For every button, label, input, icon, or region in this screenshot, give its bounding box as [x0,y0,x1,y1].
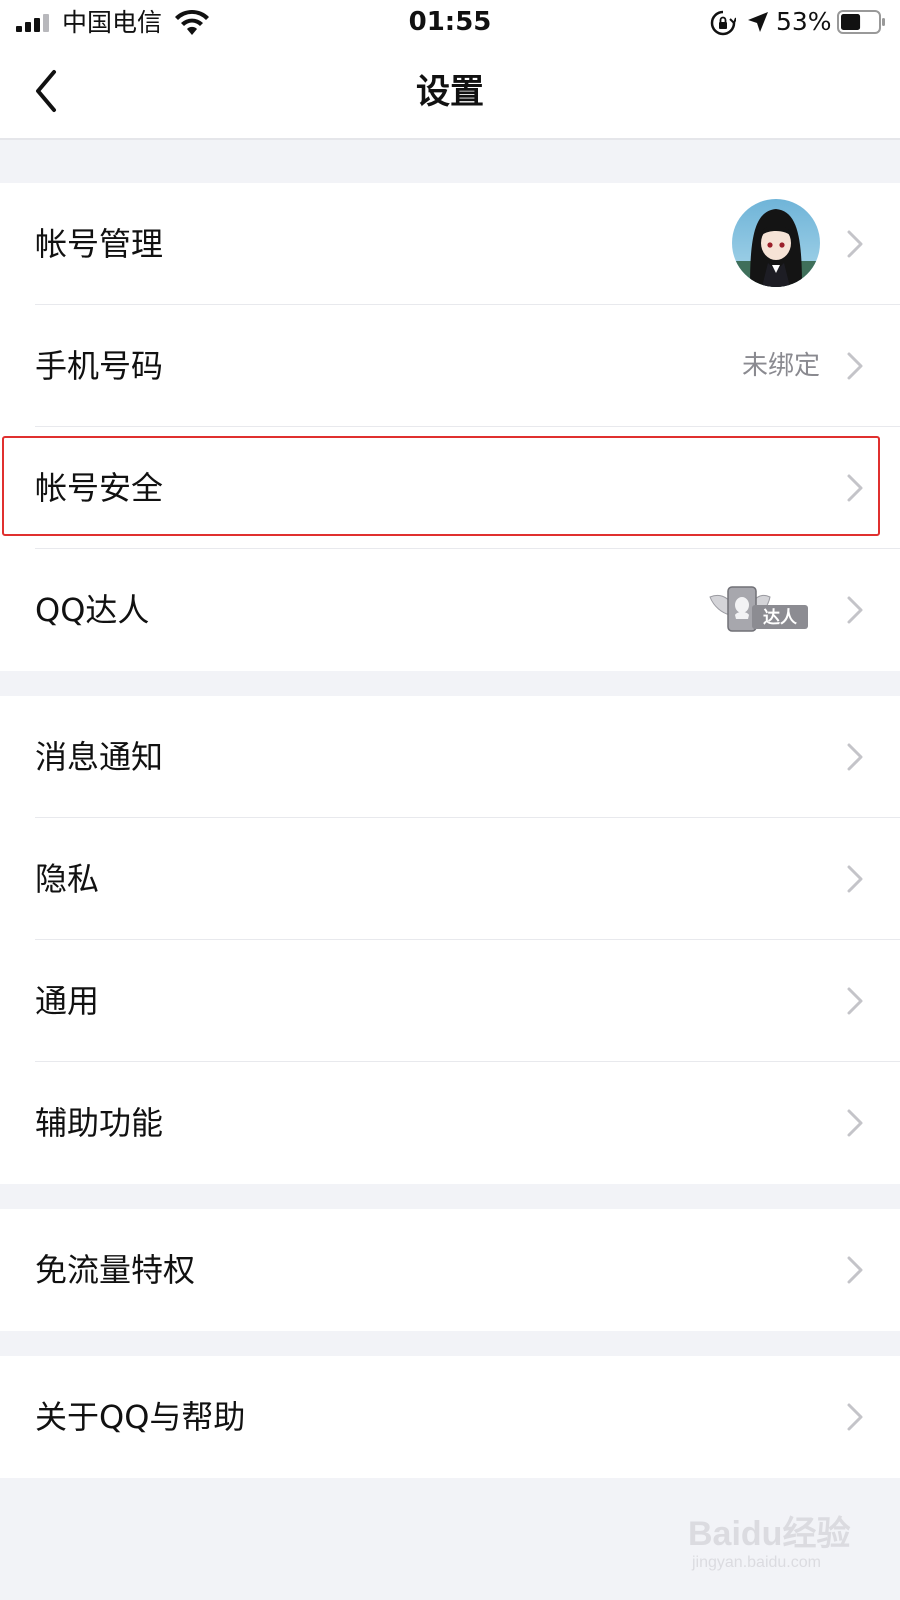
chevron-right-icon [847,743,863,771]
settings-item-account-security[interactable]: 帐号安全 [0,427,900,549]
settings-item-notifications[interactable]: 消息通知 [0,696,900,818]
chevron-right-icon [847,1256,863,1284]
chevron-right-icon [847,352,863,380]
settings-item-label: 隐私 [35,860,100,898]
settings-item-label: 消息通知 [35,738,164,776]
avatar [732,199,820,287]
back-button[interactable] [28,66,68,116]
settings-item-label: 帐号安全 [35,469,164,507]
settings-item-label: 关于QQ与帮助 [35,1398,246,1436]
settings-item-label: 通用 [35,982,100,1020]
watermark-brand: Baidu经验 [688,1515,851,1553]
settings-item-label: 手机号码 [35,347,164,385]
chevron-right-icon [847,1109,863,1137]
watermark-url: jingyan.baidu.com [692,1554,821,1571]
chevron-right-icon [847,865,863,893]
nav-divider [0,138,900,140]
settings-group-about: 关于QQ与帮助 [0,1356,900,1478]
baidu-watermark: Baidu经验 jingyan.baidu.com [688,1500,858,1590]
settings-item-general[interactable]: 通用 [0,940,900,1062]
settings-item-account-management[interactable]: 帐号管理 [0,183,900,305]
battery-icon [837,10,885,34]
chevron-right-icon [847,474,863,502]
settings-item-free-data[interactable]: 免流量特权 [0,1209,900,1331]
settings-item-phone-number[interactable]: 手机号码 未绑定 [0,305,900,427]
battery-percent: 53% [776,7,832,36]
settings-group-general: 消息通知 隐私 通用 辅助功能 [0,696,900,1184]
settings-group-data: 免流量特权 [0,1209,900,1331]
settings-item-accessibility[interactable]: 辅助功能 [0,1062,900,1184]
chevron-right-icon [847,596,863,624]
status-bar: 中国电信 01:55 53% [0,0,900,46]
orientation-lock-icon [710,10,736,36]
settings-item-label: 辅助功能 [35,1104,164,1142]
chevron-right-icon [847,987,863,1015]
navigation-bar: 设置 [0,46,900,138]
daren-badge-icon: 达人 [709,586,808,632]
page-title: 设置 [416,72,484,112]
settings-item-label: 免流量特权 [35,1251,196,1289]
settings-item-label: 帐号管理 [35,225,164,263]
settings-item-privacy[interactable]: 隐私 [0,818,900,940]
location-icon [748,12,768,32]
phone-binding-status: 未绑定 [741,351,820,381]
chevron-right-icon [847,230,863,258]
daren-badge-text: 达人 [763,607,798,628]
settings-item-about-help[interactable]: 关于QQ与帮助 [0,1356,900,1478]
chevron-right-icon [847,1403,863,1431]
settings-group-account: 帐号管理 手机号码 未绑定 帐号安全 QQ达人 达人 [0,183,900,671]
settings-item-label: QQ达人 [35,591,150,629]
settings-item-qq-daren[interactable]: QQ达人 达人 [0,549,900,671]
